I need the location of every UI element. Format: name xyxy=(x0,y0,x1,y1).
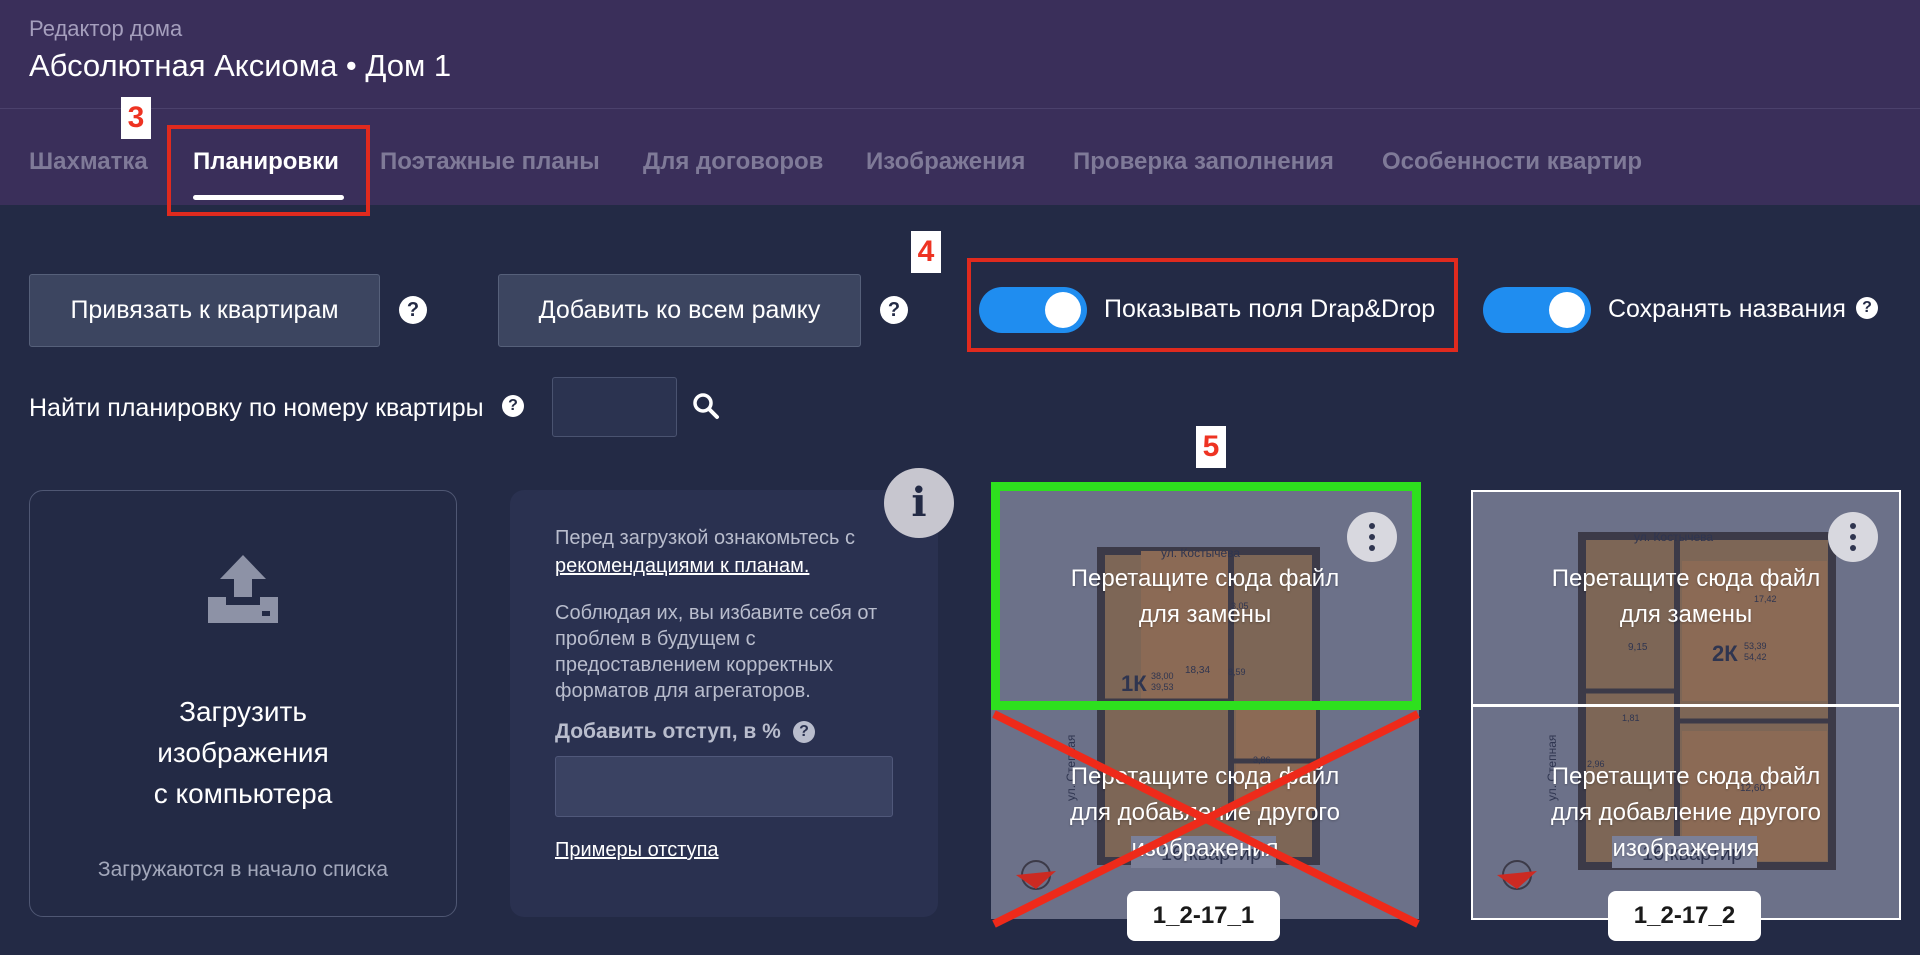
search-icon[interactable] xyxy=(692,392,720,420)
info-card: Перед загрузкой ознакомьтесь с рекоменда… xyxy=(510,490,938,917)
plan-1-area-top: 38,00 xyxy=(1151,671,1174,681)
link-help-icon[interactable]: ? xyxy=(399,296,427,324)
plan-1-name: 1_2-17_1 xyxy=(1127,891,1280,941)
dropzone-divider xyxy=(1472,704,1900,707)
drop-add-zone[interactable]: Перетащите сюда файл для добавление друг… xyxy=(991,759,1419,867)
tab-floor-plans[interactable]: Поэтажные планы xyxy=(380,148,600,176)
plan-2-room-area: 9,15 xyxy=(1628,642,1648,653)
plan-1-room-area: 18,34 xyxy=(1185,665,1210,676)
keep-names-toggle[interactable] xyxy=(1483,287,1591,333)
link-to-flats-button[interactable]: Привязать к квартирам xyxy=(29,274,380,347)
header-subtitle: Редактор дома xyxy=(29,16,183,41)
more-options-icon[interactable] xyxy=(1828,512,1878,562)
plan-1-room-area: 8,59 xyxy=(1228,667,1246,677)
flat-number-input[interactable] xyxy=(552,377,677,437)
tab-images[interactable]: Изображения xyxy=(866,148,1025,176)
tab-fill-check[interactable]: Проверка заполнения xyxy=(1073,148,1334,176)
drop-replace-zone[interactable]: Перетащите сюда файл для замены xyxy=(1472,561,1900,633)
tab-chessboard[interactable]: Шахматка xyxy=(29,148,148,176)
plan-2-street-top: ул. Костычева xyxy=(1634,530,1713,544)
plan-card-2[interactable]: 16 квартир ул. Костычева ул. Степная 2К … xyxy=(1472,491,1900,919)
info-body: Соблюдая их, вы избавите себя от проблем… xyxy=(555,602,878,702)
annotation-marker-5: 5 xyxy=(1196,426,1226,468)
tab-flat-features[interactable]: Особенности квартир xyxy=(1382,148,1642,176)
padding-help-icon[interactable]: ? xyxy=(793,721,815,743)
search-label: Найти планировку по номеру квартиры xyxy=(29,394,484,422)
plan-1-area-bottom: 39,53 xyxy=(1151,682,1174,692)
toggle-knob xyxy=(1549,292,1585,328)
plan-card-1[interactable]: 16 квартир ул. Костычева ул. Степная 1К … xyxy=(991,491,1419,919)
header-divider xyxy=(0,108,1920,109)
plan-1-street-top: ул. Костычева xyxy=(1161,546,1240,560)
plan-2-name: 1_2-17_2 xyxy=(1608,891,1761,941)
active-tab-indicator xyxy=(193,195,344,200)
plan-1-flat-type: 1К xyxy=(1121,671,1147,696)
info-icon: i xyxy=(884,468,954,538)
plan-2-flat-type: 2К xyxy=(1712,641,1738,666)
recommendations-link[interactable]: рекомендациями к планам. xyxy=(555,555,809,578)
page-header: Редактор дома Абсолютная Аксиома • Дом 1… xyxy=(0,0,1920,205)
annotation-marker-3: 3 xyxy=(121,97,151,139)
info-glyph: i xyxy=(911,479,927,526)
keep-names-toggle-label: Сохранять названия xyxy=(1608,295,1846,323)
page-title: Абсолютная Аксиома • Дом 1 xyxy=(29,48,452,83)
padding-label: Добавить отступ, в % xyxy=(555,720,781,744)
more-options-icon[interactable] xyxy=(1347,512,1397,562)
drop-replace-zone[interactable]: Перетащите сюда файл для замены xyxy=(991,561,1419,633)
padding-examples-link[interactable]: Примеры отступа xyxy=(555,839,719,862)
add-frame-button[interactable]: Добавить ко всем рамку xyxy=(498,274,861,347)
dnd-toggle[interactable] xyxy=(979,287,1087,333)
dnd-toggle-label: Показывать поля Drap&Drop xyxy=(1104,295,1436,323)
dropzone-divider xyxy=(991,704,1419,707)
upload-icon xyxy=(208,555,278,623)
tab-layouts[interactable]: Планировки xyxy=(193,148,339,176)
tab-contracts[interactable]: Для договоров xyxy=(643,148,823,176)
frame-help-icon[interactable]: ? xyxy=(880,296,908,324)
upload-title: Загрузить изображения с компьютера xyxy=(153,696,333,809)
info-intro: Перед загрузкой ознакомьтесь с xyxy=(555,527,855,549)
padding-label-text: Добавить отступ, в % xyxy=(555,720,781,743)
padding-input[interactable] xyxy=(555,756,893,817)
upload-note: Загружаются в начало списка xyxy=(97,858,389,881)
drop-add-zone[interactable]: Перетащите сюда файл для добавление друг… xyxy=(1472,759,1900,867)
plan-2-area-top: 53,39 xyxy=(1744,641,1767,651)
annotation-marker-4: 4 xyxy=(911,231,941,273)
plan-2-area-bottom: 54,42 xyxy=(1744,652,1767,662)
keep-names-help-icon[interactable]: ? xyxy=(1856,297,1878,319)
toggle-knob xyxy=(1045,292,1081,328)
search-help-icon[interactable]: ? xyxy=(502,395,524,417)
plan-2-room-area: 1,81 xyxy=(1622,713,1640,723)
upload-dropzone[interactable]: Загрузить изображения с компьютера Загру… xyxy=(29,490,457,917)
